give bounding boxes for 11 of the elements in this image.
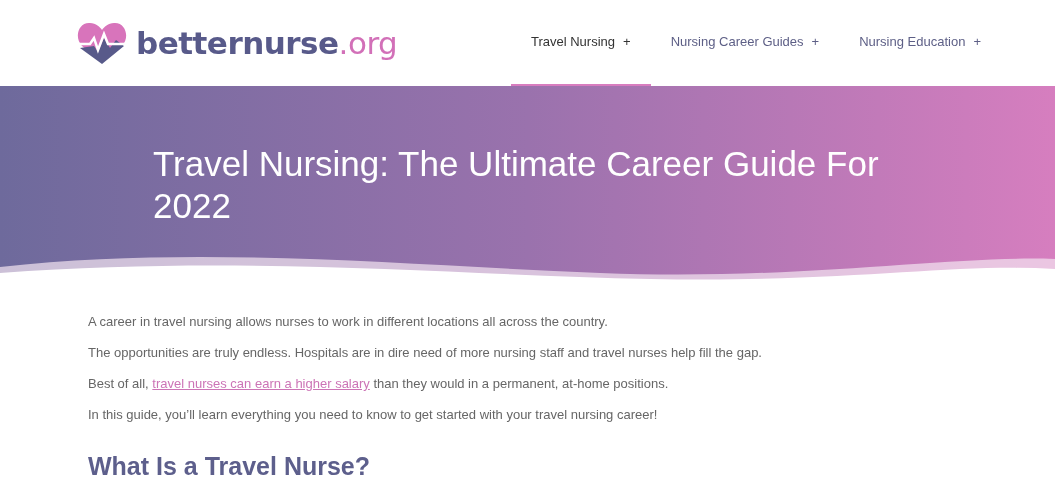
site-logo-wordmark[interactable]: betternurse.org: [136, 19, 398, 67]
body-paragraph: Best of all, travel nurses can earn a higher salary than they would in a permanent, at-home positions.: [88, 375, 670, 392]
section-heading: What Is a Travel Nurse?: [88, 451, 372, 481]
salary-link[interactable]: travel nurses can earn a higher salary: [152, 376, 370, 391]
nav-menu-item[interactable]: Nursing Career Guides +: [650, 0, 840, 86]
page-title: Travel Nursing: The Ultimate Career Guide For 2022: [152, 143, 880, 227]
heart-logo-icon: [76, 20, 128, 66]
body-paragraph: The opportunities are truly endless. Hospitals are in dire need of more nursing staff and travel nurses help fill the gap.: [88, 344, 763, 361]
nav-menu-item[interactable]: Nursing Education +: [839, 0, 1001, 86]
body-paragraph: In this guide, you’ll learn everything you need to know to get started with your travel nursing career!: [88, 406, 659, 423]
body-paragraph: A career in travel nursing allows nurses to work in different locations all across the country.: [88, 313, 609, 330]
